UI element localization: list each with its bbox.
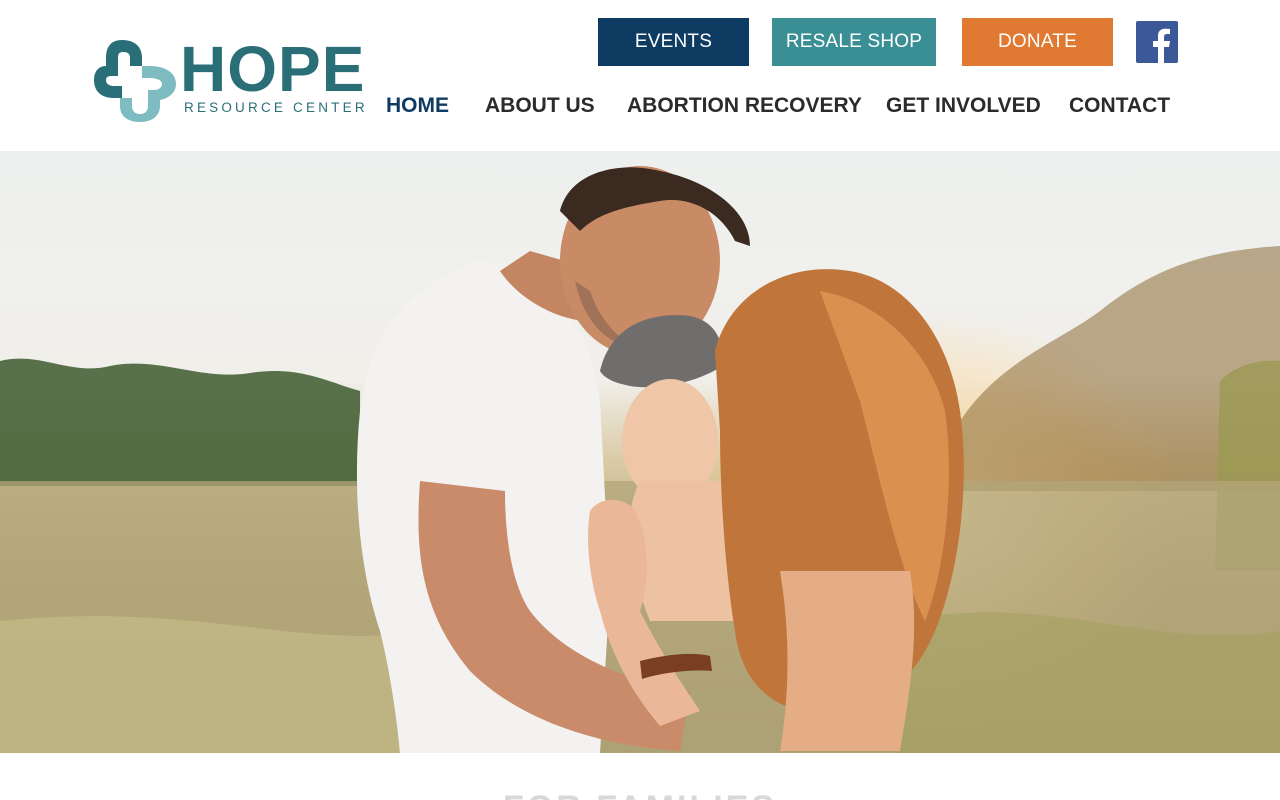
nav-item-home[interactable]: HOME: [386, 94, 449, 118]
logo-wordmark: HOPE: [180, 33, 366, 105]
facebook-icon[interactable]: [1136, 21, 1178, 63]
hero-image: [0, 151, 1280, 753]
nav-item-contact[interactable]: CONTACT: [1069, 94, 1170, 118]
events-button[interactable]: EVENTS: [598, 18, 749, 66]
donate-button[interactable]: DONATE: [962, 18, 1113, 66]
logo-subtitle: RESOURCE CENTER: [184, 100, 368, 115]
section-title: FOR FAMILIES: [0, 789, 1280, 800]
resale-shop-button[interactable]: RESALE SHOP: [772, 18, 936, 66]
nav-item-about-us[interactable]: ABOUT US: [485, 94, 595, 118]
hope-logo[interactable]: HOPE RESOURCE CENTER: [92, 33, 366, 122]
hope-logo-icon: [94, 40, 176, 122]
hero-illustration: [0, 166, 1280, 753]
content-section: FOR FAMILIES: [0, 753, 1280, 800]
main-nav: HOME ABOUT US ABORTION RECOVERY GET INVO…: [386, 94, 1186, 122]
nav-item-get-involved[interactable]: GET INVOLVED: [886, 94, 1041, 118]
site-header: HOPE RESOURCE CENTER EVENTS RESALE SHOP …: [0, 0, 1280, 151]
nav-item-abortion-recovery[interactable]: ABORTION RECOVERY: [627, 94, 862, 118]
